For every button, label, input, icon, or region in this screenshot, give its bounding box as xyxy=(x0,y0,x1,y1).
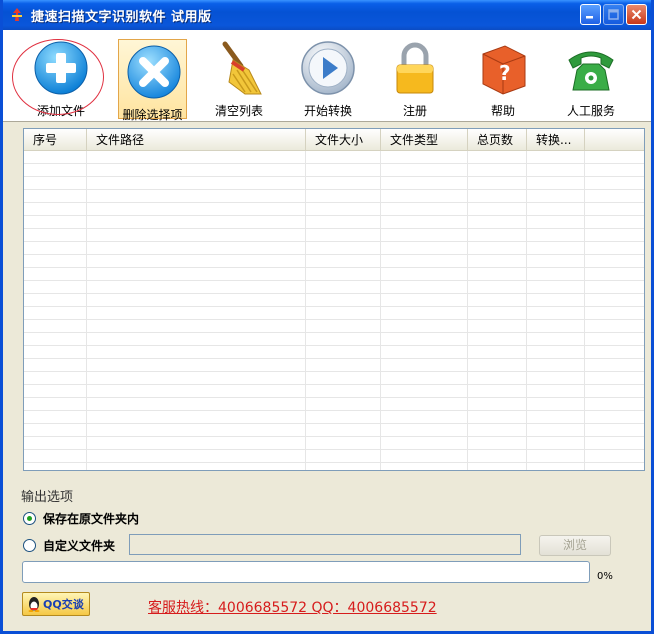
column-header-convert[interactable]: 转换... xyxy=(527,129,585,151)
progress-percent: 0% xyxy=(597,571,613,582)
output-options-title: 输出选项 xyxy=(21,490,74,505)
app-logo-icon xyxy=(12,8,22,21)
custom-folder-label: 自定义文件夹 xyxy=(43,539,116,553)
play-icon xyxy=(301,41,355,95)
qq-penguin-icon xyxy=(28,597,40,612)
conversion-progress-bar xyxy=(22,561,590,583)
save-in-source-option[interactable]: 保存在原文件夹内 xyxy=(23,510,139,527)
maximize-icon xyxy=(608,9,619,20)
minimize-button[interactable] xyxy=(580,4,601,25)
save-in-source-radio[interactable] xyxy=(23,512,36,525)
broom-icon xyxy=(222,41,262,95)
column-header-size[interactable]: 文件大小 xyxy=(306,129,381,151)
minimize-icon xyxy=(586,16,593,19)
custom-folder-option[interactable]: 自定义文件夹 xyxy=(23,537,115,554)
column-header-index[interactable]: 序号 xyxy=(24,129,87,151)
file-list-header: 序号 文件路径 文件大小 文件类型 总页数 转换... xyxy=(24,129,644,151)
telephone-icon xyxy=(568,51,614,91)
human-service-button[interactable]: 人工服务 xyxy=(556,36,626,118)
column-header-pages[interactable]: 总页数 xyxy=(468,129,527,151)
qq-chat-label: QQ交谈 xyxy=(43,598,84,611)
start-convert-button[interactable]: 开始转换 xyxy=(293,36,363,118)
custom-folder-path-input[interactable] xyxy=(129,534,521,555)
delete-selected-button[interactable]: 删除选择项 xyxy=(118,39,187,122)
column-header-path[interactable]: 文件路径 xyxy=(87,129,306,151)
file-list-body[interactable] xyxy=(24,151,644,470)
help-label: 帮助 xyxy=(490,104,515,118)
start-convert-label: 开始转换 xyxy=(303,104,352,118)
window-title: 捷速扫描文字识别软件 试用版 xyxy=(31,9,212,25)
clear-list-label: 清空列表 xyxy=(214,104,263,118)
column-header-blank xyxy=(585,129,644,151)
title-bar[interactable]: 捷速扫描文字识别软件 试用版 xyxy=(3,0,651,30)
delete-selected-label: 删除选择项 xyxy=(122,108,183,122)
annotation-circle xyxy=(12,39,104,115)
save-in-source-label: 保存在原文件夹内 xyxy=(43,512,140,526)
browse-button[interactable]: 浏览 xyxy=(539,535,611,556)
qq-chat-button[interactable]: QQ交谈 xyxy=(22,592,90,616)
register-label: 注册 xyxy=(402,104,427,118)
custom-folder-radio[interactable] xyxy=(23,539,36,552)
close-icon xyxy=(631,9,642,20)
toolbar: 添加文件 删除选择项 清空列表 开始转换 注册 ? 帮助 人工服务 xyxy=(3,30,651,122)
help-book-icon: ? xyxy=(482,45,526,95)
help-button[interactable]: ? 帮助 xyxy=(468,36,538,118)
lock-icon xyxy=(396,42,434,94)
file-list[interactable]: 序号 文件路径 文件大小 文件类型 总页数 转换... xyxy=(23,128,645,471)
app-window: 捷速扫描文字识别软件 试用版 添加文件 删除选择项 清空列表 开始转换 注册 ?… xyxy=(0,0,654,634)
customer-hotline-link[interactable]: 客服热线：4006685572 QQ：4006685572 xyxy=(148,597,437,617)
delete-x-icon xyxy=(127,45,181,99)
register-button[interactable]: 注册 xyxy=(380,36,450,118)
window-controls xyxy=(580,4,647,25)
close-button[interactable] xyxy=(626,4,647,25)
maximize-button[interactable] xyxy=(603,4,624,25)
svg-text:?: ? xyxy=(499,61,511,85)
column-header-type[interactable]: 文件类型 xyxy=(381,129,468,151)
clear-list-button[interactable]: 清空列表 xyxy=(204,36,274,118)
human-service-label: 人工服务 xyxy=(566,104,615,118)
